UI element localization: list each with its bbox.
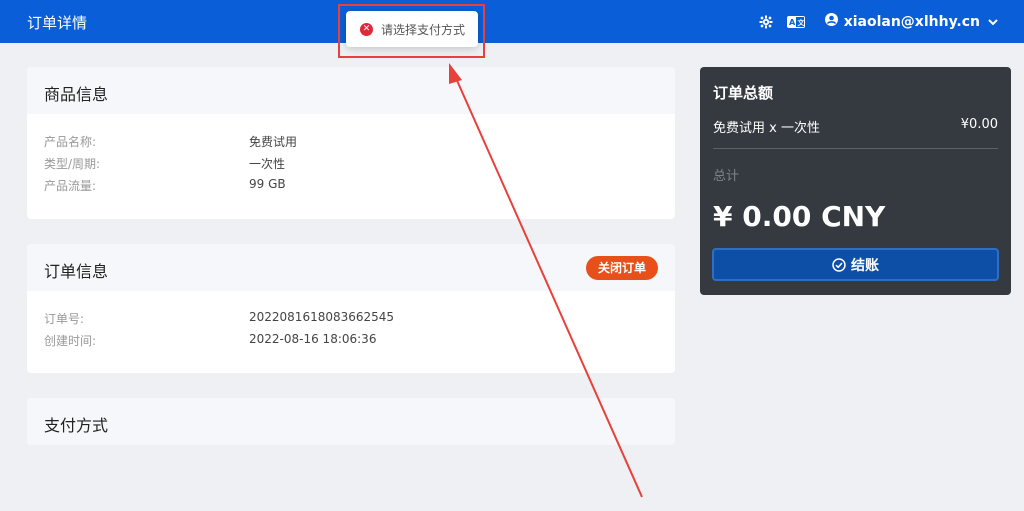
card-title: 商品信息 (44, 85, 109, 104)
checkout-button[interactable]: 结账 (712, 248, 999, 281)
row-value: 免费试用 (249, 135, 298, 149)
order-info-card: 订单信息 关闭订单 订单号: 2022081618083662545 创建时间:… (27, 244, 675, 373)
row-label: 产品名称: (44, 135, 97, 149)
card-title: 支付方式 (44, 416, 109, 435)
row-value: 一次性 (249, 157, 286, 171)
order-summary-panel: 订单总额 免费试用 x 一次性 ¥0.00 总计 ¥ 0.00 CNY 结账 (700, 67, 1011, 295)
row-label: 产品流量: (44, 179, 97, 193)
top-right-controls: A文 xiaolan@xlhhy.cn (745, 0, 998, 43)
card-header: 商品信息 (27, 67, 675, 114)
account-menu[interactable]: xiaolan@xlhhy.cn (824, 13, 998, 30)
close-order-button[interactable]: 关闭订单 (585, 256, 658, 280)
card-title: 订单信息 (44, 262, 109, 281)
row-label: 创建时间: (44, 334, 97, 348)
row-label: 订单号: (44, 312, 85, 326)
payment-method-card: 支付方式 (27, 398, 675, 445)
top-bar: 订单详情 A文 xiaolan@xlhhy.cn (0, 0, 1024, 43)
chevron-down-icon (988, 14, 998, 30)
row-value: 99 GB (249, 177, 286, 191)
total-amount: ¥ 0.00 CNY (713, 200, 886, 233)
row-value: 2022-08-16 18:06:36 (249, 332, 377, 346)
svg-text:A: A (789, 18, 796, 27)
annotation-highlight-box (338, 4, 485, 58)
divider (713, 148, 998, 149)
total-label: 总计 (713, 169, 740, 184)
card-header: 支付方式 (27, 398, 675, 445)
row-value: 2022081618083662545 (249, 310, 395, 324)
line-item-price: ¥0.00 (960, 117, 998, 132)
svg-text:文: 文 (797, 18, 805, 27)
page-title: 订单详情 (27, 14, 88, 32)
gear-icon[interactable] (759, 15, 773, 29)
product-info-card: 商品信息 产品名称: 免费试用 类型/周期: 一次性 产品流量: 99 GB (27, 67, 675, 219)
line-item-name: 免费试用 x 一次性 (713, 121, 820, 136)
card-header: 订单信息 关闭订单 (27, 244, 675, 291)
checkout-label: 结账 (851, 257, 879, 274)
row-label: 类型/周期: (44, 157, 101, 171)
check-circle-icon (832, 257, 846, 272)
account-email: xiaolan@xlhhy.cn (843, 13, 980, 30)
translate-icon[interactable]: A文 (786, 15, 805, 28)
summary-title: 订单总额 (713, 84, 774, 102)
user-icon (824, 13, 838, 30)
